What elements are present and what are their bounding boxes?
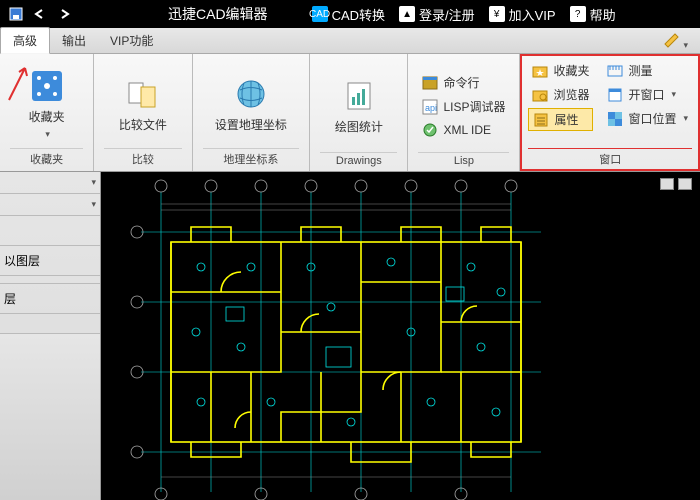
win-measure-button[interactable]: 测量 (603, 60, 692, 81)
compare-icon (125, 76, 161, 112)
tab-vip-functions[interactable]: VIP功能 (98, 28, 165, 53)
side-dropdown-2[interactable]: ▾ (0, 194, 100, 216)
side-bylayer-label[interactable]: 以图层 (0, 246, 100, 276)
annotation-arrow (5, 62, 37, 102)
group-label-drawings: Drawings (320, 152, 397, 169)
redo-icon[interactable] (56, 6, 72, 22)
win-properties-button[interactable]: 属性 (528, 108, 593, 131)
app-title: 迅捷CAD编辑器 (168, 4, 268, 24)
cad-icon: CAD (312, 6, 328, 22)
cad-convert-button[interactable]: CADCAD转换 (312, 5, 385, 24)
group-label-window: 窗口 (528, 148, 692, 169)
win-favorites-button[interactable]: 收藏夹 (528, 60, 593, 81)
winpos-icon (607, 111, 623, 127)
svg-text:api: api (425, 103, 437, 113)
side-panel: ▾ ▾ 以图层 层 (0, 172, 101, 500)
side-dropdown-1[interactable]: ▾ (0, 172, 100, 194)
tab-bar: 高级 输出 VIP功能 ▾ (0, 28, 700, 54)
group-label-lisp: Lisp (418, 152, 509, 169)
tab-output[interactable]: 输出 (50, 28, 98, 53)
debugger-icon: api (422, 99, 438, 115)
user-icon: ▲ (399, 6, 415, 22)
set-geo-coords-button[interactable]: 设置地理坐标 (209, 72, 293, 137)
measure-icon (607, 63, 623, 79)
undo-icon[interactable] (32, 6, 48, 22)
window-group-highlighted: 收藏夹 浏览器 属性 测量 开窗口▾ 窗口位置▾ 窗口 (520, 54, 700, 171)
customize-icon[interactable]: ▾ (663, 32, 688, 53)
win-browser-button[interactable]: 浏览器 (528, 84, 593, 105)
group-label-compare: 比较 (104, 148, 181, 169)
globe-icon (233, 76, 269, 112)
yen-icon: ¥ (489, 6, 505, 22)
win-position-button[interactable]: 窗口位置▾ (603, 108, 692, 129)
drawing-stats-button[interactable]: 绘图统计 (329, 74, 389, 139)
group-label-geo: 地理坐标系 (203, 148, 300, 169)
question-icon: ? (570, 6, 586, 22)
xml-icon (422, 122, 438, 138)
side-layer-label[interactable]: 层 (0, 284, 100, 314)
workspace: ▾ ▾ 以图层 层 (0, 172, 700, 500)
lisp-debugger-button[interactable]: apiLISP调试器 (418, 96, 509, 117)
window-icon (607, 87, 623, 103)
stats-icon (341, 78, 377, 114)
save-icon[interactable] (8, 6, 24, 22)
help-button[interactable]: ?帮助 (570, 5, 616, 24)
group-label-favorites: 收藏夹 (10, 148, 83, 169)
folder-star-icon (532, 63, 548, 79)
cad-drawing (101, 172, 700, 500)
cmdline-icon (422, 75, 438, 91)
title-bar: 迅捷CAD编辑器 CADCAD转换 ▲登录/注册 ¥加入VIP ?帮助 (0, 0, 700, 28)
command-line-button[interactable]: 命令行 (418, 72, 509, 93)
win-open-window-button[interactable]: 开窗口▾ (603, 84, 692, 105)
ribbon: 收藏夹▾ 收藏夹 比较文件 比较 设置地理坐标 地理坐标系 绘图统计 (0, 54, 700, 172)
xml-ide-button[interactable]: XML IDE (418, 120, 509, 140)
tab-advanced[interactable]: 高级 (0, 27, 50, 54)
properties-icon (533, 112, 549, 128)
drawing-canvas[interactable] (101, 172, 700, 500)
vip-button[interactable]: ¥加入VIP (489, 5, 556, 24)
browser-icon (532, 87, 548, 103)
compare-files-button[interactable]: 比较文件 (113, 72, 173, 137)
login-button[interactable]: ▲登录/注册 (399, 5, 475, 24)
